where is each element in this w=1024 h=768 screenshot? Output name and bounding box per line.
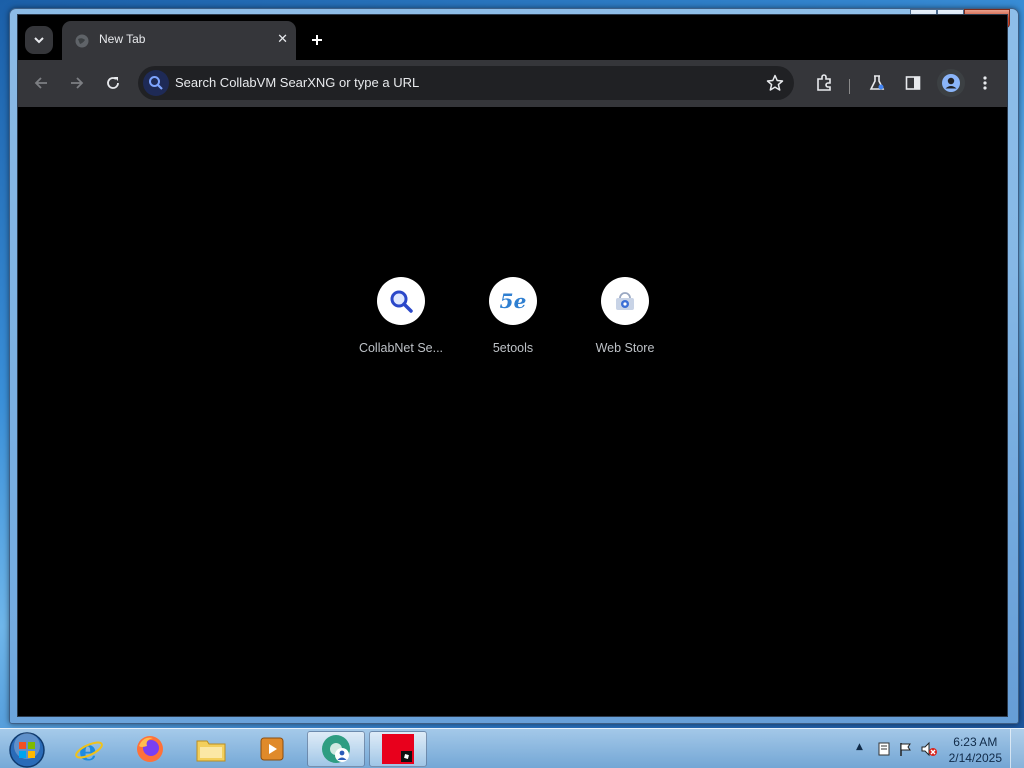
taskbar-internet-explorer[interactable]: e: [60, 731, 118, 767]
taskbar-file-explorer[interactable]: [182, 731, 240, 767]
chevron-down-icon: [34, 37, 44, 44]
chrome-profile-icon: [322, 735, 350, 763]
browser-window: ‒ □ ✕ New Tab ✕: [9, 8, 1019, 724]
shortcut-label: CollabNet Se...: [358, 341, 444, 355]
taskbar-roblox[interactable]: [369, 731, 427, 767]
omnibox[interactable]: Search CollabVM SearXNG or type a URL: [138, 66, 794, 100]
taskbar-chrome[interactable]: [307, 731, 365, 767]
action-center-icon[interactable]: [876, 741, 892, 757]
side-panel-button[interactable]: [902, 72, 924, 94]
web-store-icon: [601, 277, 649, 325]
shortcut-label: 5etools: [492, 341, 534, 355]
omnibox-placeholder: Search CollabVM SearXNG or type a URL: [175, 75, 420, 90]
puzzle-icon: [817, 74, 831, 91]
more-vert-icon: [983, 76, 987, 90]
tab-new-tab[interactable]: New Tab ✕: [62, 21, 296, 61]
volume-muted-icon[interactable]: [920, 741, 938, 757]
forward-arrow-icon: [71, 77, 84, 89]
shortcut-web-store[interactable]: Web Store: [569, 277, 681, 355]
extensions-button[interactable]: [813, 72, 835, 94]
clock[interactable]: 6:23 AM 2/14/2025: [949, 734, 1002, 766]
profile-icon: [942, 74, 960, 92]
taskbar: e ▲ 6:23 AM 2/14/2025: [0, 728, 1024, 768]
tab-search-button[interactable]: [25, 26, 53, 54]
search-magnifier-icon: [377, 277, 425, 325]
back-arrow-icon: [34, 77, 47, 89]
reload-button[interactable]: [102, 72, 124, 94]
internet-explorer-icon: e: [75, 734, 103, 764]
forward-button[interactable]: [66, 72, 88, 94]
globe-icon: [75, 34, 89, 48]
start-button[interactable]: [8, 731, 46, 768]
taskbar-firefox[interactable]: [121, 731, 179, 767]
reload-icon: [107, 77, 119, 89]
tab-strip: New Tab ✕: [18, 15, 1007, 61]
folder-icon: [196, 740, 226, 762]
shortcut-collabnet[interactable]: CollabNet Se...: [345, 277, 457, 355]
shortcut-5etools[interactable]: 5e 5etools: [457, 277, 569, 355]
labs-button[interactable]: [866, 72, 888, 94]
5etools-logo-icon: 5e: [489, 277, 537, 325]
show-desktop-button[interactable]: [1010, 729, 1024, 768]
tab-close-icon[interactable]: ✕: [277, 32, 288, 47]
search-icon: [143, 70, 169, 96]
star-icon[interactable]: [766, 74, 784, 92]
roblox-icon: [382, 734, 414, 764]
plus-icon: [312, 35, 322, 45]
side-panel-icon: [905, 76, 921, 90]
show-hidden-icons-arrow[interactable]: ▲: [856, 742, 863, 752]
system-tray: ▲ 6:23 AM 2/14/2025: [834, 729, 1024, 768]
taskbar-media-player[interactable]: [243, 731, 301, 767]
profile-button[interactable]: [937, 69, 965, 97]
back-button[interactable]: [30, 72, 52, 94]
media-player-icon: [260, 737, 284, 761]
clock-date: 2/14/2025: [948, 751, 1002, 765]
shortcut-label: Web Store: [595, 341, 655, 355]
flag-icon[interactable]: [898, 741, 914, 757]
chrome-browser: New Tab ✕ Search CollabVM SearXNG or typ…: [17, 14, 1008, 717]
tab-title: New Tab: [99, 32, 146, 46]
toolbar-divider: [849, 79, 850, 94]
windows-start-icon: [9, 732, 45, 768]
new-tab-button[interactable]: [303, 26, 331, 54]
more-menu-button[interactable]: [974, 72, 996, 94]
browser-toolbar: Search CollabVM SearXNG or type a URL: [18, 60, 1007, 107]
5etools-glyph: 5e: [499, 289, 527, 313]
clock-time: 6:23 AM: [953, 735, 998, 749]
ntp-shortcuts: CollabNet Se... 5e 5etools Web Store: [18, 277, 1007, 367]
flask-icon: [869, 75, 885, 90]
firefox-icon: [137, 736, 163, 762]
